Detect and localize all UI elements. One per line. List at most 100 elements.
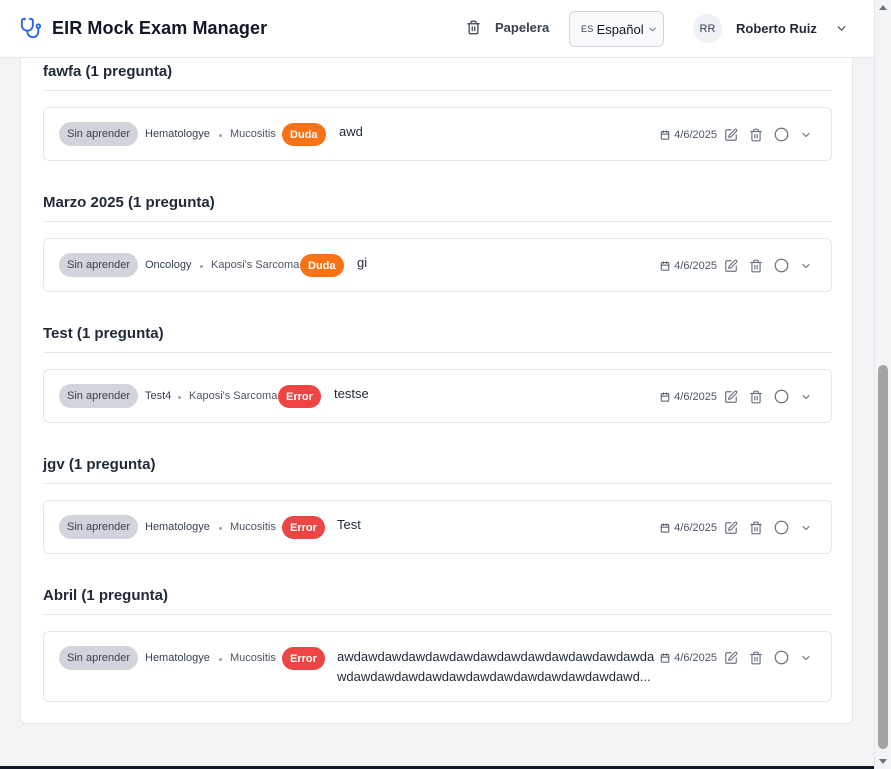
question-text: gi <box>357 255 368 270</box>
calendar-icon <box>660 391 670 402</box>
brand[interactable]: EIR Mock Exam Manager <box>20 17 267 39</box>
divider <box>43 483 832 484</box>
edit-icon[interactable] <box>724 128 738 142</box>
subject-label: Hematologye <box>145 652 210 664</box>
chevron-down-icon[interactable] <box>800 129 812 141</box>
question-actions: 4/6/2025 <box>660 650 812 665</box>
subject-label: Test4 <box>145 390 172 402</box>
circle-icon[interactable] <box>774 389 789 404</box>
divider <box>43 90 832 91</box>
topic-label: Mucositis <box>230 128 276 140</box>
trash-icon <box>467 20 480 35</box>
question-actions: 4/6/2025 <box>660 258 812 273</box>
user-name: Roberto Ruiz <box>736 21 817 36</box>
trash-icon[interactable] <box>749 651 763 665</box>
status-badge[interactable]: Sin aprender <box>59 253 138 277</box>
separator-dot <box>200 265 203 268</box>
question-text: awd <box>339 124 363 139</box>
question-date: 4/6/2025 <box>674 128 717 141</box>
tag-badge: Duda <box>300 254 344 277</box>
calendar-icon <box>660 129 670 140</box>
topic-label: Mucositis <box>230 652 276 664</box>
trash-icon[interactable] <box>749 259 763 273</box>
question-card[interactable]: Sin aprender Hematologye Mucositis Error… <box>43 631 832 702</box>
question-card[interactable]: Sin aprender Hematologye Mucositis Error… <box>43 500 832 554</box>
question-card[interactable]: Sin aprender Oncology Kaposi's Sarcoma D… <box>43 238 832 292</box>
tag-badge: Error <box>278 385 321 408</box>
circle-icon[interactable] <box>774 650 789 665</box>
subject-label: Hematologye <box>145 521 210 533</box>
trash-link[interactable]: Papelera <box>466 20 549 35</box>
questions-panel: fawfa (1 pregunta) Sin aprender Hematolo… <box>20 40 853 724</box>
question-group: fawfa (1 pregunta) Sin aprender Hematolo… <box>43 63 832 161</box>
trash-icon[interactable] <box>749 521 763 535</box>
edit-icon[interactable] <box>724 651 738 665</box>
calendar-icon <box>660 652 670 663</box>
question-group: jgv (1 pregunta) Sin aprender Hematology… <box>43 456 832 554</box>
page-scrollbar[interactable] <box>874 0 891 769</box>
trash-icon[interactable] <box>749 128 763 142</box>
separator-dot <box>219 527 222 530</box>
chevron-down-icon[interactable] <box>800 652 812 664</box>
scroll-up-arrow-icon[interactable] <box>879 5 887 10</box>
edit-icon[interactable] <box>724 259 738 273</box>
chevron-down-icon <box>837 26 846 31</box>
topic-label: Mucositis <box>230 521 276 533</box>
edit-icon[interactable] <box>724 521 738 535</box>
question-text: awdawdawdawdawdawdawdawdawdawdawdawdawda <box>337 649 655 664</box>
question-actions: 4/6/2025 <box>660 127 812 142</box>
status-badge[interactable]: Sin aprender <box>59 646 138 670</box>
divider <box>43 221 832 222</box>
tag-badge: Error <box>282 516 325 539</box>
language-select[interactable]: ES Español <box>569 11 664 47</box>
divider <box>43 614 832 615</box>
question-actions: 4/6/2025 <box>660 520 812 535</box>
question-group: Marzo 2025 (1 pregunta) Sin aprender Onc… <box>43 194 832 292</box>
chevron-down-icon[interactable] <box>800 522 812 534</box>
status-badge[interactable]: Sin aprender <box>59 384 138 408</box>
calendar-icon <box>660 260 670 271</box>
avatar: RR <box>693 14 722 43</box>
chevron-down-icon[interactable] <box>800 391 812 403</box>
calendar-icon <box>660 522 670 533</box>
status-badge[interactable]: Sin aprender <box>59 515 138 539</box>
user-menu[interactable]: RR Roberto Ruiz <box>693 14 848 43</box>
trash-label: Papelera <box>495 20 550 35</box>
circle-icon[interactable] <box>774 258 789 273</box>
language-code: ES <box>581 24 594 34</box>
language-selected: Español <box>596 21 644 37</box>
question-group: Abril (1 pregunta) Sin aprender Hematolo… <box>43 587 832 702</box>
divider <box>43 352 832 353</box>
edit-icon[interactable] <box>724 390 738 404</box>
question-date: 4/6/2025 <box>674 390 717 403</box>
group-title: jgv (1 pregunta) <box>43 456 156 473</box>
question-text: Test <box>337 517 361 532</box>
question-date: 4/6/2025 <box>674 651 717 664</box>
separator-dot <box>178 396 181 399</box>
group-title: Marzo 2025 (1 pregunta) <box>43 194 215 211</box>
subject-label: Hematologye <box>145 128 210 140</box>
question-group: Test (1 pregunta) Sin aprender Test4 Kap… <box>43 325 832 423</box>
group-title: Abril (1 pregunta) <box>43 587 169 604</box>
circle-icon[interactable] <box>774 127 789 142</box>
separator-dot <box>219 658 222 661</box>
question-actions: 4/6/2025 <box>660 389 812 404</box>
app-header: EIR Mock Exam Manager Papelera ES Españo… <box>0 0 874 58</box>
group-title: fawfa (1 pregunta) <box>43 63 173 80</box>
topic-label: Kaposi's Sarcoma <box>189 390 278 402</box>
topic-label: Kaposi's Sarcoma <box>211 259 300 271</box>
tag-badge: Error <box>282 647 325 670</box>
app-title: EIR Mock Exam Manager <box>52 17 268 38</box>
question-card[interactable]: Sin aprender Hematologye Mucositis Duda … <box>43 107 832 161</box>
question-date: 4/6/2025 <box>674 521 717 534</box>
circle-icon[interactable] <box>774 520 789 535</box>
separator-dot <box>219 134 222 137</box>
question-card[interactable]: Sin aprender Test4 Kaposi's Sarcoma Erro… <box>43 369 832 423</box>
scrollbar-thumb[interactable] <box>878 365 888 749</box>
status-badge[interactable]: Sin aprender <box>59 122 138 146</box>
scroll-down-arrow-icon[interactable] <box>879 759 887 764</box>
chevron-down-icon[interactable] <box>800 260 812 272</box>
question-text-continued: wdawdawdawdawdawdawdawdawdawdawdawdawd..… <box>337 669 651 684</box>
group-title: Test (1 pregunta) <box>43 325 164 342</box>
trash-icon[interactable] <box>749 390 763 404</box>
